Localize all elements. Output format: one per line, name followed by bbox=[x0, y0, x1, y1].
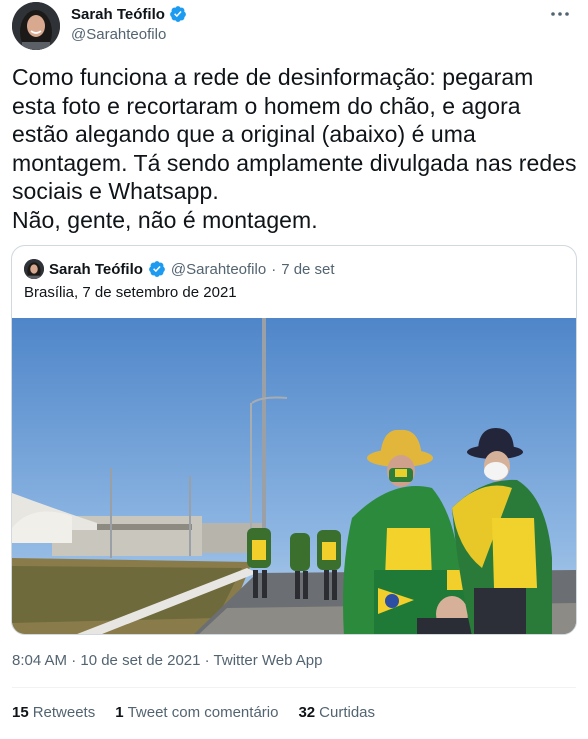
quoted-tweet[interactable]: Sarah Teófilo @Sarahteofilo · 7 de set B… bbox=[11, 245, 577, 635]
verified-badge-icon bbox=[148, 260, 166, 278]
quoted-author-handle: @Sarahteofilo bbox=[170, 260, 267, 278]
author-name[interactable]: Sarah Teófilo bbox=[71, 6, 165, 23]
tweet-header: Sarah Teófilo @Sarahteofilo bbox=[12, 0, 576, 60]
tweet-timestamp[interactable]: 8:04 AM · 10 de set de 2021 · Twitter We… bbox=[12, 652, 322, 669]
quoted-tweet-photo[interactable] bbox=[12, 318, 576, 634]
likes-stat[interactable]: 32 Curtidas bbox=[298, 704, 375, 721]
dot-separator: · bbox=[271, 260, 277, 278]
quote-tweets-label: Tweet com comentário bbox=[127, 704, 279, 721]
quoted-tweet-text: Brasília, 7 de setembro de 2021 bbox=[24, 284, 237, 301]
author-name-row: Sarah Teófilo bbox=[71, 5, 187, 23]
tweet-text: Como funciona a rede de desinformação: p… bbox=[12, 64, 577, 233]
quote-tweets-stat[interactable]: 1 Tweet com comentário bbox=[115, 704, 278, 721]
more-options-icon[interactable] bbox=[548, 4, 572, 24]
author-handle[interactable]: @Sarahteofilo bbox=[71, 26, 166, 43]
quoted-author-avatar bbox=[24, 259, 44, 279]
retweets-count: 15 bbox=[12, 704, 29, 721]
author-avatar[interactable] bbox=[12, 2, 60, 50]
verified-badge-icon bbox=[169, 5, 187, 23]
likes-label: Curtidas bbox=[319, 704, 376, 721]
likes-count: 32 bbox=[298, 704, 316, 721]
tweet-stats: 15 Retweets 1 Tweet com comentário 32 Cu… bbox=[12, 704, 375, 721]
quote-tweets-count: 1 bbox=[115, 704, 124, 721]
quoted-author-name: Sarah Teófilo bbox=[49, 260, 143, 278]
divider bbox=[12, 687, 576, 688]
retweets-stat[interactable]: 15 Retweets bbox=[12, 704, 95, 721]
quoted-date: 7 de set bbox=[281, 260, 335, 278]
quoted-tweet-header: Sarah Teófilo @Sarahteofilo · 7 de set bbox=[24, 259, 335, 279]
retweets-label: Retweets bbox=[32, 704, 96, 721]
